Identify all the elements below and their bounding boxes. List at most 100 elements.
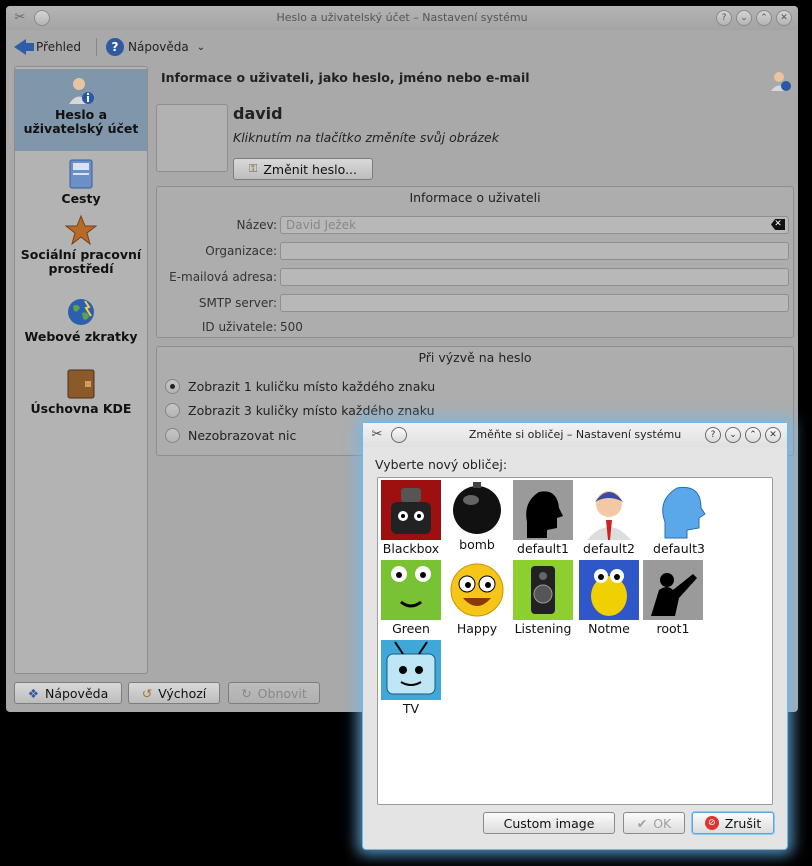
face-label: Listening [514,621,572,636]
smtp-field[interactable] [280,294,789,312]
back-arrow-icon [14,39,34,55]
window-title: Heslo a uživatelský účet – Nastavení sys… [276,11,528,24]
organization-row: Organizace: [157,242,795,260]
happy-face-icon [450,563,504,617]
radio-show-nothing[interactable]: Nezobrazovat nic [165,426,296,444]
face-label: default2 [583,541,635,556]
radio-one-bullet[interactable]: Zobrazit 1 kuličku místo každého znaku [165,377,435,395]
face-happy[interactable]: Happy [444,560,510,636]
reset-icon: ↻ [241,685,252,701]
sidebar-item-label: Heslo a uživatelský účet [23,107,139,136]
change-password-button[interactable]: ⚿ Změnit heslo... [233,158,373,180]
cancel-button[interactable]: ⊘ Zrušit [692,812,774,834]
sidebar-item-password[interactable]: Heslo a uživatelský účet [15,69,147,151]
green-face-icon [381,560,441,620]
email-field[interactable] [280,268,789,286]
face-list[interactable]: Blackbox bomb default1 default2 default3… [377,477,773,805]
tools-icon[interactable]: ✂ [12,10,28,26]
sidebar-item-label: Webové zkratky [24,329,138,344]
name-label: Název: [236,218,278,232]
help-menu-button[interactable]: ? Nápověda ⌄ [106,36,205,58]
radio-button[interactable] [165,427,180,443]
minimize-button[interactable]: ⌄ [725,427,741,443]
help-button[interactable]: ❖ Nápověda [14,682,122,704]
face-green[interactable]: Green [378,560,444,636]
help-title-button[interactable]: ? [716,10,732,26]
sidebar-item-social[interactable]: Sociální pracovní prostředí [15,215,147,291]
face-default1[interactable]: default1 [510,480,576,556]
user-properties-icon [771,72,791,91]
ok-button[interactable]: ✔ OK [623,812,685,834]
face-notme[interactable]: Notme [576,560,642,636]
custom-image-button[interactable]: Custom image [483,812,615,834]
face-default3[interactable]: default3 [646,480,712,556]
page-title: Informace o uživateli, jako heslo, jméno… [161,70,530,85]
blackbox-face-icon [381,480,441,540]
dialog-titlebar[interactable]: ✂ Změňte si obličej – Nastavení systému … [363,423,787,447]
radio-button[interactable] [165,378,180,394]
main-titlebar[interactable]: ✂ Heslo a uživatelský účet – Nastavení s… [6,6,798,30]
cancel-label: Zrušit [724,815,762,831]
face-bomb[interactable]: bomb [444,480,510,552]
sidebar-item-paths[interactable]: Cesty [15,159,147,209]
custom-image-label: Custom image [503,815,595,831]
chevron-down-icon: ⌄ [196,41,206,53]
tools-icon[interactable]: ✂ [369,427,385,443]
listening-face-icon [513,560,573,620]
face-default2[interactable]: default2 [576,480,642,556]
avatar-button[interactable] [156,104,228,172]
maximize-button[interactable]: ⌃ [756,10,772,26]
email-row: E-mailová adresa: [157,268,795,286]
star-icon [65,215,97,245]
sidebar-item-wallet[interactable]: Úschovna KDE [15,369,147,419]
bomb-face-icon [453,482,501,534]
defaults-button[interactable]: ↺ Výchozí [128,682,220,704]
sidebar-item-label: Úschovna KDE [30,401,132,416]
smtp-label: SMTP server: [198,296,277,310]
face-label: TV [402,701,420,716]
root1-face-icon [643,560,703,620]
window-menu-button[interactable] [34,10,50,26]
overview-label: Přehled [36,40,82,54]
cancel-icon: ⊘ [704,816,719,830]
key-user-icon: ⚿ [248,162,258,175]
maximize-button[interactable]: ⌃ [745,427,761,443]
change-password-label: Změnit heslo... [263,161,358,177]
face-tv[interactable]: TV [378,640,444,716]
clear-icon[interactable]: ✕ [771,219,785,230]
face-blackbox[interactable]: Blackbox [378,480,444,556]
radio-button[interactable] [165,402,180,418]
face-label: Blackbox [382,541,440,556]
password-prompt-title: Při výzvě na heslo [418,350,532,365]
face-label: default3 [653,541,705,556]
user-info-group: Informace o uživateli Název: David Ježek… [156,186,794,338]
face-prompt: Vyberte nový obličej: [375,457,508,472]
minimize-button[interactable]: ⌄ [736,10,752,26]
face-label: Green [392,621,430,636]
dialog-title: Změňte si obličej – Nastavení systému [468,428,682,441]
close-button[interactable]: ✕ [776,10,792,26]
default1-face-icon [513,480,573,540]
window-menu-button[interactable] [391,427,407,443]
reset-button[interactable]: ↻ Obnovit [228,682,320,704]
help-button-label: Nápověda [44,685,109,701]
sidebar-item-webshortcuts[interactable]: Webové zkratky [15,297,147,361]
face-label: default1 [517,541,569,556]
face-root1[interactable]: root1 [640,560,706,636]
user-info-icon [69,78,94,104]
face-listening[interactable]: Listening [510,560,576,636]
name-row: Název: David Ježek ✕ [157,216,795,234]
radio-three-bullets[interactable]: Zobrazit 3 kuličky místo každého znaku [165,401,435,419]
help-title-button[interactable]: ? [705,427,721,443]
username: david [233,104,283,123]
radio-label: Zobrazit 1 kuličku místo každého znaku [188,378,436,394]
reset-button-label: Obnovit [257,685,307,701]
close-button[interactable]: ✕ [765,427,781,443]
name-field[interactable]: David Ježek ✕ [280,216,789,234]
help-book-icon: ❖ [27,685,39,701]
default2-face-icon [587,491,631,540]
organization-field[interactable] [280,242,789,260]
toolbar-separator [96,38,97,56]
overview-button[interactable]: Přehled [14,36,81,58]
radio-label: Zobrazit 3 kuličky místo každého znaku [188,402,435,418]
